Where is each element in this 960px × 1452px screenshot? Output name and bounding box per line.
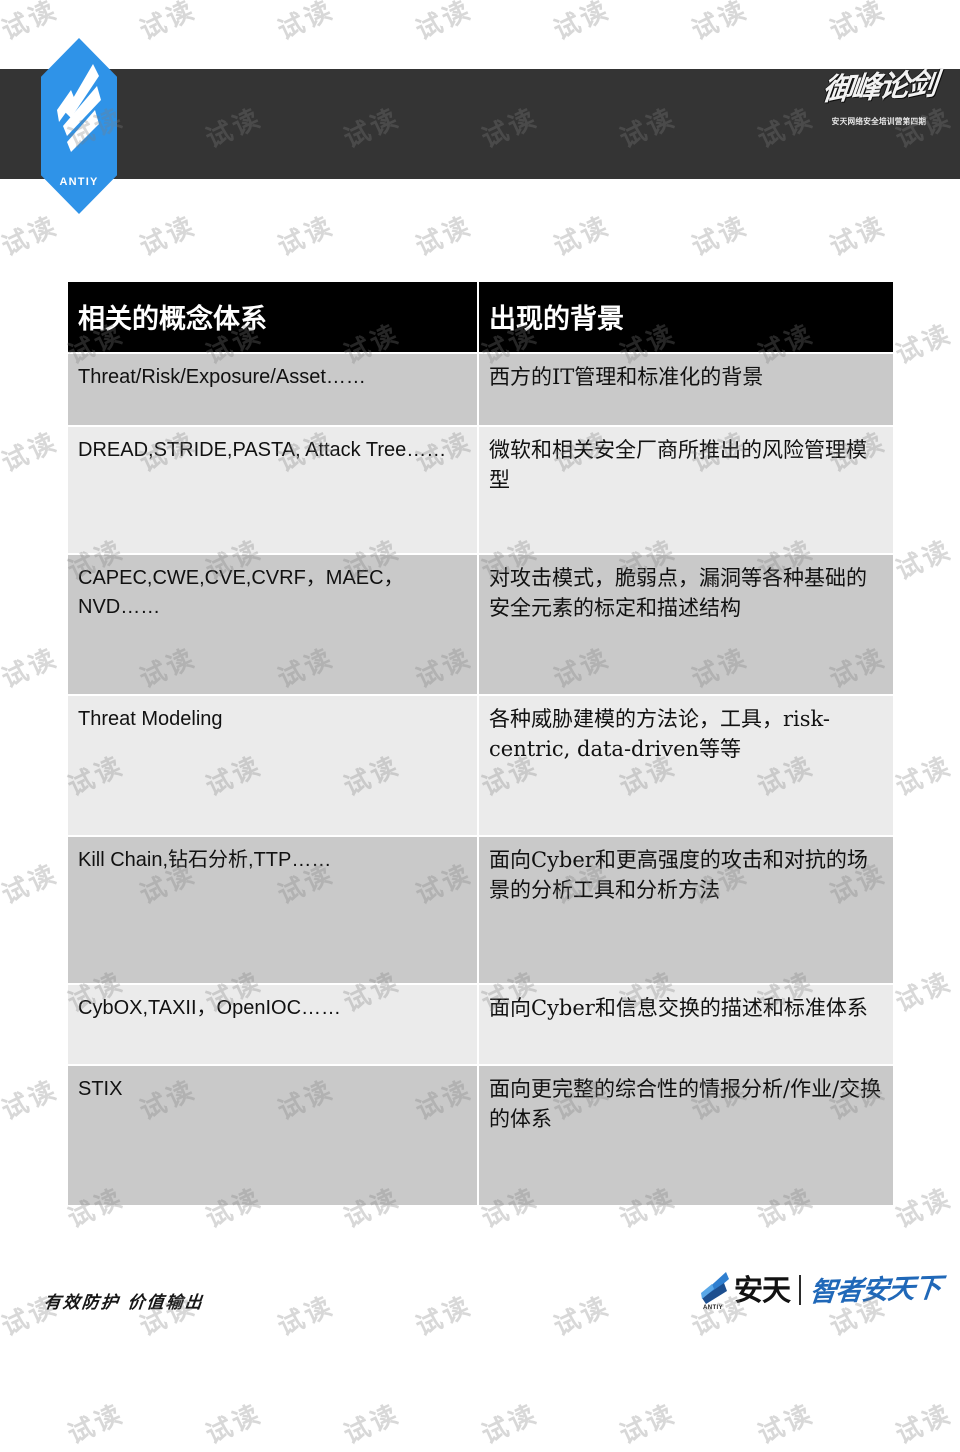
watermark-text: 试读 bbox=[135, 0, 201, 47]
cell-background: 面向Cyber和更高强度的攻击和对抗的场景的分析工具和分析方法 bbox=[477, 835, 893, 984]
watermark-text: 试读 bbox=[0, 0, 63, 47]
table-row: DREAD,STRIDE,PASTA, Attack Tree…… 微软和相关安… bbox=[68, 425, 893, 554]
antiy-feather-small-icon bbox=[700, 1272, 729, 1304]
table-header: 相关的概念体系 出现的背景 bbox=[68, 282, 893, 353]
watermark-text: 试读 bbox=[825, 0, 891, 47]
watermark-text: 试读 bbox=[63, 1398, 129, 1451]
watermark-text: 试读 bbox=[339, 1398, 405, 1451]
column-header-background: 出现的背景 bbox=[477, 282, 893, 353]
table-body: Threat/Risk/Exposure/Asset…… 西方的IT管理和标准化… bbox=[68, 352, 893, 1205]
watermark-text: 试读 bbox=[273, 1290, 339, 1343]
watermark-text: 试读 bbox=[0, 1074, 63, 1127]
header-calligraphy-subtitle: 安天网络安全培训营第四期 bbox=[831, 115, 927, 126]
footer-logo: ANTIY 安天 智者安天下 bbox=[696, 1270, 942, 1311]
antiy-logo: ANTIY bbox=[41, 38, 117, 214]
watermark-text: 试读 bbox=[0, 210, 63, 263]
cell-concept: STIX bbox=[68, 1064, 478, 1205]
antiy-wordmark: ANTIY bbox=[59, 176, 99, 188]
watermark-text: 试读 bbox=[0, 642, 63, 695]
table-row: Kill Chain,钻石分析,TTP…… 面向Cyber和更高强度的攻击和对抗… bbox=[68, 835, 893, 984]
watermark-text: 试读 bbox=[0, 426, 63, 479]
cell-concept: CybOX,TAXII，OpenIOC…… bbox=[68, 983, 478, 1065]
watermark-text: 试读 bbox=[687, 0, 753, 47]
cell-concept: Threat Modeling bbox=[68, 694, 478, 836]
watermark-text: 试读 bbox=[411, 0, 477, 47]
watermark-text: 试读 bbox=[891, 966, 957, 1019]
footer-logo-separator bbox=[799, 1275, 801, 1305]
footer-slogan: 有效防护 价值输出 bbox=[42, 1293, 205, 1313]
watermark-text: 试读 bbox=[201, 1398, 267, 1451]
table-row: CAPEC,CWE,CVE,CVRF，MAEC，NVD…… 对攻击模式，脆弱点，… bbox=[68, 553, 893, 695]
table-header-row: 相关的概念体系 出现的背景 bbox=[68, 282, 893, 353]
table-row: CybOX,TAXII，OpenIOC…… 面向Cyber和信息交换的描述和标准… bbox=[68, 983, 893, 1065]
cell-background: 面向更完整的综合性的情报分析/作业/交换的体系 bbox=[477, 1064, 893, 1205]
header-calligraphy: 御峰论剑 安天网络安全培训营第四期 bbox=[814, 67, 944, 176]
watermark-text: 试读 bbox=[891, 1182, 957, 1235]
watermark-text: 试读 bbox=[891, 750, 957, 803]
watermark-text: 试读 bbox=[615, 1398, 681, 1451]
table-row: Threat Modeling 各种威胁建模的方法论，工具，risk-centr… bbox=[68, 694, 893, 836]
table-row: STIX 面向更完整的综合性的情报分析/作业/交换的体系 bbox=[68, 1064, 893, 1205]
watermark-text: 试读 bbox=[273, 0, 339, 47]
cell-concept: Kill Chain,钻石分析,TTP…… bbox=[68, 835, 478, 984]
watermark-text: 试读 bbox=[753, 1398, 819, 1451]
footer-logo-name: 安天 bbox=[733, 1272, 791, 1307]
watermark-text: 试读 bbox=[273, 210, 339, 263]
antiy-footer-wordmark: ANTIY bbox=[702, 1305, 723, 1311]
antiy-feather-icon bbox=[57, 64, 101, 152]
watermark-text: 试读 bbox=[549, 1290, 615, 1343]
cell-concept: CAPEC,CWE,CVE,CVRF，MAEC，NVD…… bbox=[68, 553, 478, 695]
watermark-text: 试读 bbox=[135, 210, 201, 263]
cell-concept: DREAD,STRIDE,PASTA, Attack Tree…… bbox=[68, 425, 478, 554]
column-header-concept: 相关的概念体系 bbox=[68, 282, 478, 353]
header-calligraphy-main: 御峰论剑 bbox=[820, 67, 938, 108]
watermark-text: 试读 bbox=[891, 534, 957, 587]
watermark-text: 试读 bbox=[549, 210, 615, 263]
watermark-text: 试读 bbox=[687, 210, 753, 263]
watermark-text: 试读 bbox=[411, 1290, 477, 1343]
cell-background: 微软和相关安全厂商所推出的风险管理模型 bbox=[477, 425, 893, 554]
cell-background: 对攻击模式，脆弱点，漏洞等各种基础的安全元素的标定和描述结构 bbox=[477, 553, 893, 695]
footer-logo-tagline: 智者安天下 bbox=[808, 1272, 942, 1308]
antiy-footer-mark-icon: ANTIY bbox=[696, 1270, 730, 1311]
concept-system-table: 相关的概念体系 出现的背景 Threat/Risk/Exposure/Asset… bbox=[68, 282, 893, 1205]
watermark-text: 试读 bbox=[825, 210, 891, 263]
watermark-text: 试读 bbox=[411, 210, 477, 263]
cell-background: 西方的IT管理和标准化的背景 bbox=[477, 352, 893, 426]
slide-canvas: ANTIY 御峰论剑 安天网络安全培训营第四期 相关的概念体系 出现的背景 Th… bbox=[0, 0, 960, 1451]
cell-background: 各种威胁建模的方法论，工具，risk-centric, data-driven等… bbox=[477, 694, 893, 836]
watermark-text: 试读 bbox=[891, 1398, 957, 1451]
watermark-text: 试读 bbox=[549, 0, 615, 47]
cell-background: 面向Cyber和信息交换的描述和标准体系 bbox=[477, 983, 893, 1065]
watermark-text: 试读 bbox=[891, 318, 957, 371]
cell-concept: Threat/Risk/Exposure/Asset…… bbox=[68, 352, 478, 426]
table-row: Threat/Risk/Exposure/Asset…… 西方的IT管理和标准化… bbox=[68, 352, 893, 426]
watermark-text: 试读 bbox=[0, 858, 63, 911]
watermark-text: 试读 bbox=[477, 1398, 543, 1451]
